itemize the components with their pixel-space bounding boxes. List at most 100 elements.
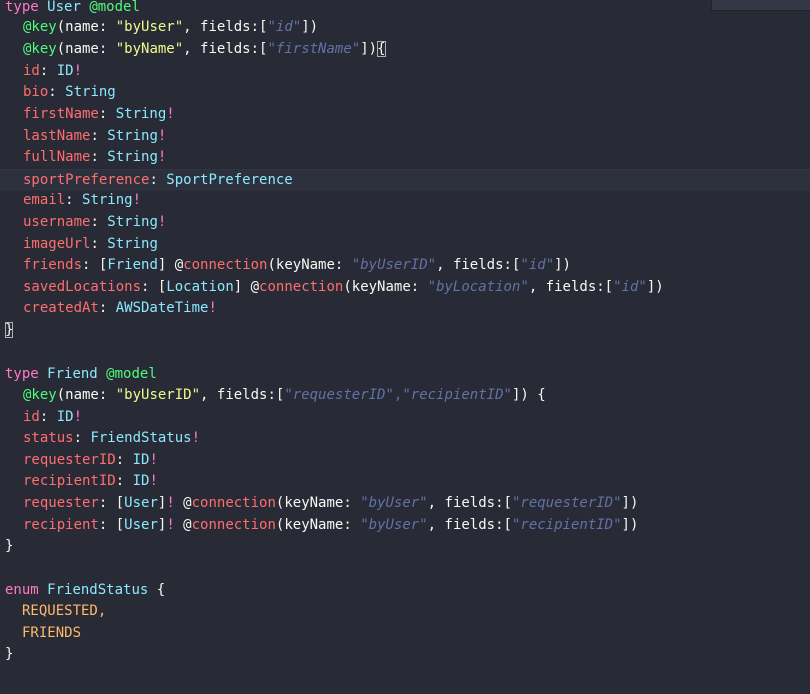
key-reference: byUserID	[360, 257, 428, 273]
matched-brace: }	[5, 322, 14, 338]
code-line: type User @model	[5, 0, 140, 18]
code-line: enum FriendStatus {	[5, 582, 166, 598]
field-reference: firstName	[275, 41, 352, 57]
directive: @key	[23, 387, 57, 403]
field-type: String	[115, 106, 167, 122]
field-type: String	[82, 192, 133, 208]
code-line: imageUrl: String	[23, 236, 158, 252]
field-name: createdAt	[23, 300, 99, 316]
field-name: id	[23, 409, 40, 425]
field-name: username	[23, 214, 91, 230]
field-type: ID	[132, 473, 150, 489]
key-reference: byUser	[368, 517, 420, 533]
code-line: bio: String	[23, 84, 116, 100]
string-literal: "byUser"	[115, 19, 184, 35]
field-reference: recipientID	[410, 387, 504, 403]
directive-connection: connection	[259, 279, 344, 295]
code-line: id: ID!	[23, 409, 83, 425]
field-type: String	[107, 214, 158, 230]
matched-brace: {	[377, 41, 386, 57]
field-reference: id	[621, 279, 639, 295]
code-line: @key(name: "byUserID", fields:["requeste…	[23, 387, 546, 403]
field-type: User	[124, 517, 158, 533]
code-line: email: String!	[23, 192, 142, 208]
field-type: User	[124, 495, 158, 511]
field-reference: id	[528, 257, 546, 273]
field-name: email	[23, 192, 66, 208]
code-line: recipient: [User]! @connection(keyName: …	[23, 517, 639, 533]
field-name: recipient	[23, 517, 99, 533]
code-line: }	[5, 320, 14, 341]
closing-brace: }	[5, 646, 14, 662]
directive-connection: connection	[183, 257, 268, 273]
string-literal: "byUserID"	[115, 387, 201, 403]
field-name: bio	[23, 84, 49, 100]
directive-connection: connection	[191, 495, 276, 511]
code-editor[interactable]: type User @model @key(name: "byUser", fi…	[0, 0, 810, 694]
field-type: FriendStatus	[90, 430, 192, 446]
field-name: fullName	[23, 149, 91, 165]
code-line: status: FriendStatus!	[23, 430, 201, 446]
code-line-active[interactable]: sportPreference: SportPreference	[0, 169, 810, 190]
field-type: AWSDateTime	[115, 300, 209, 316]
code-line: firstName: String!	[23, 106, 175, 122]
field-type: String	[107, 128, 158, 144]
code-line: username: String!	[23, 214, 167, 230]
enum-value: REQUESTED,	[22, 603, 107, 619]
code-line: id: ID!	[23, 63, 83, 79]
field-reference: recipientID	[520, 517, 614, 533]
field-type: String	[107, 236, 158, 252]
code-line: }	[5, 536, 13, 557]
field-name: firstName	[23, 106, 99, 122]
closing-brace: }	[5, 538, 14, 554]
string-literal: "byName"	[115, 41, 184, 57]
key-reference: byLocation	[436, 279, 521, 295]
field-reference: requesterID	[520, 495, 614, 511]
field-type: ID	[56, 63, 74, 79]
code-line: fullName: String!	[23, 149, 167, 165]
keyword-enum: enum	[5, 582, 39, 598]
field-type: Location	[166, 279, 234, 295]
minimap-panel[interactable]	[711, 0, 810, 11]
field-name: id	[23, 63, 40, 79]
type-name: User	[47, 0, 81, 15]
code-line: createdAt: AWSDateTime!	[23, 300, 217, 316]
keyword-type: type	[5, 0, 39, 15]
field-type: ID	[56, 409, 74, 425]
code-line: lastName: String!	[23, 128, 167, 144]
directive: @model	[106, 366, 157, 382]
code-line: requesterID: ID!	[23, 452, 158, 468]
keyword-type: type	[5, 366, 39, 382]
code-line: FRIENDS	[5, 623, 81, 644]
code-line: savedLocations: [Location] @connection(k…	[23, 279, 664, 295]
directive-connection: connection	[191, 517, 276, 533]
code-line: type Friend @model	[5, 364, 157, 385]
field-name: lastName	[23, 128, 91, 144]
field-name: friends	[23, 257, 83, 273]
field-type: String	[107, 149, 158, 165]
field-name: recipientID	[23, 473, 116, 489]
field-name: requester	[23, 495, 99, 511]
code-line: @key(name: "byUser", fields:["id"])	[23, 19, 319, 35]
field-name: requesterID	[23, 452, 116, 468]
code-line: }	[5, 644, 13, 665]
directive: @key	[23, 19, 57, 35]
field-type: String	[65, 84, 116, 100]
type-name: Friend	[47, 366, 98, 382]
field-name: status	[23, 430, 74, 446]
field-name: savedLocations	[23, 279, 142, 295]
key-reference: byUser	[368, 495, 420, 511]
code-line: recipientID: ID!	[23, 473, 158, 489]
code-line: requester: [User]! @connection(keyName: …	[23, 495, 639, 511]
enum-value: FRIENDS	[22, 625, 82, 641]
field-name: sportPreference	[23, 172, 150, 188]
type-name: FriendStatus	[47, 582, 149, 598]
directive: @model	[89, 0, 140, 15]
field-type: ID	[132, 452, 150, 468]
code-line: @key(name: "byName", fields:["firstName"…	[23, 41, 386, 57]
field-type: SportPreference	[166, 172, 293, 188]
field-type: Friend	[107, 257, 158, 273]
code-line: friends: [Friend] @connection(keyName: "…	[23, 257, 571, 273]
code-line: REQUESTED,	[5, 601, 106, 622]
field-reference: id	[275, 19, 293, 35]
